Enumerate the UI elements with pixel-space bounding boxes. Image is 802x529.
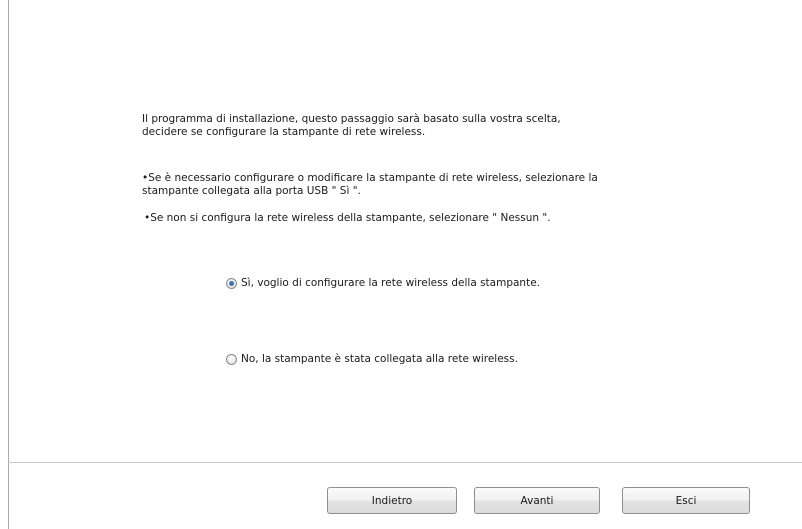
- next-button[interactable]: Avanti: [474, 487, 600, 514]
- exit-button[interactable]: Esci: [622, 487, 750, 514]
- radio-unselected-icon[interactable]: [226, 353, 237, 365]
- option-configure-wireless-label: Sì, voglio di configurare la rete wirele…: [241, 277, 541, 289]
- installer-window: Il programma di installazione, questo pa…: [0, 0, 802, 529]
- radio-selected-icon[interactable]: [226, 277, 237, 289]
- skip-instruction: •Se non si configura la rete wireless de…: [144, 212, 551, 224]
- intro-text: Il programma di installazione, questo pa…: [142, 113, 561, 138]
- option-already-connected[interactable]: No, la stampante è stata collegata alla …: [226, 353, 518, 365]
- footer-separator: [8, 462, 802, 463]
- option-configure-wireless[interactable]: Sì, voglio di configurare la rete wirele…: [226, 277, 540, 289]
- wireless-setup-description: Il programma di installazione, questo pa…: [142, 113, 662, 224]
- option-already-connected-label: No, la stampante è stata collegata alla …: [241, 353, 518, 365]
- configure-instruction: •Se è necessario configurare o modificar…: [142, 172, 598, 197]
- window-left-border: [8, 0, 9, 529]
- back-button[interactable]: Indietro: [327, 487, 457, 514]
